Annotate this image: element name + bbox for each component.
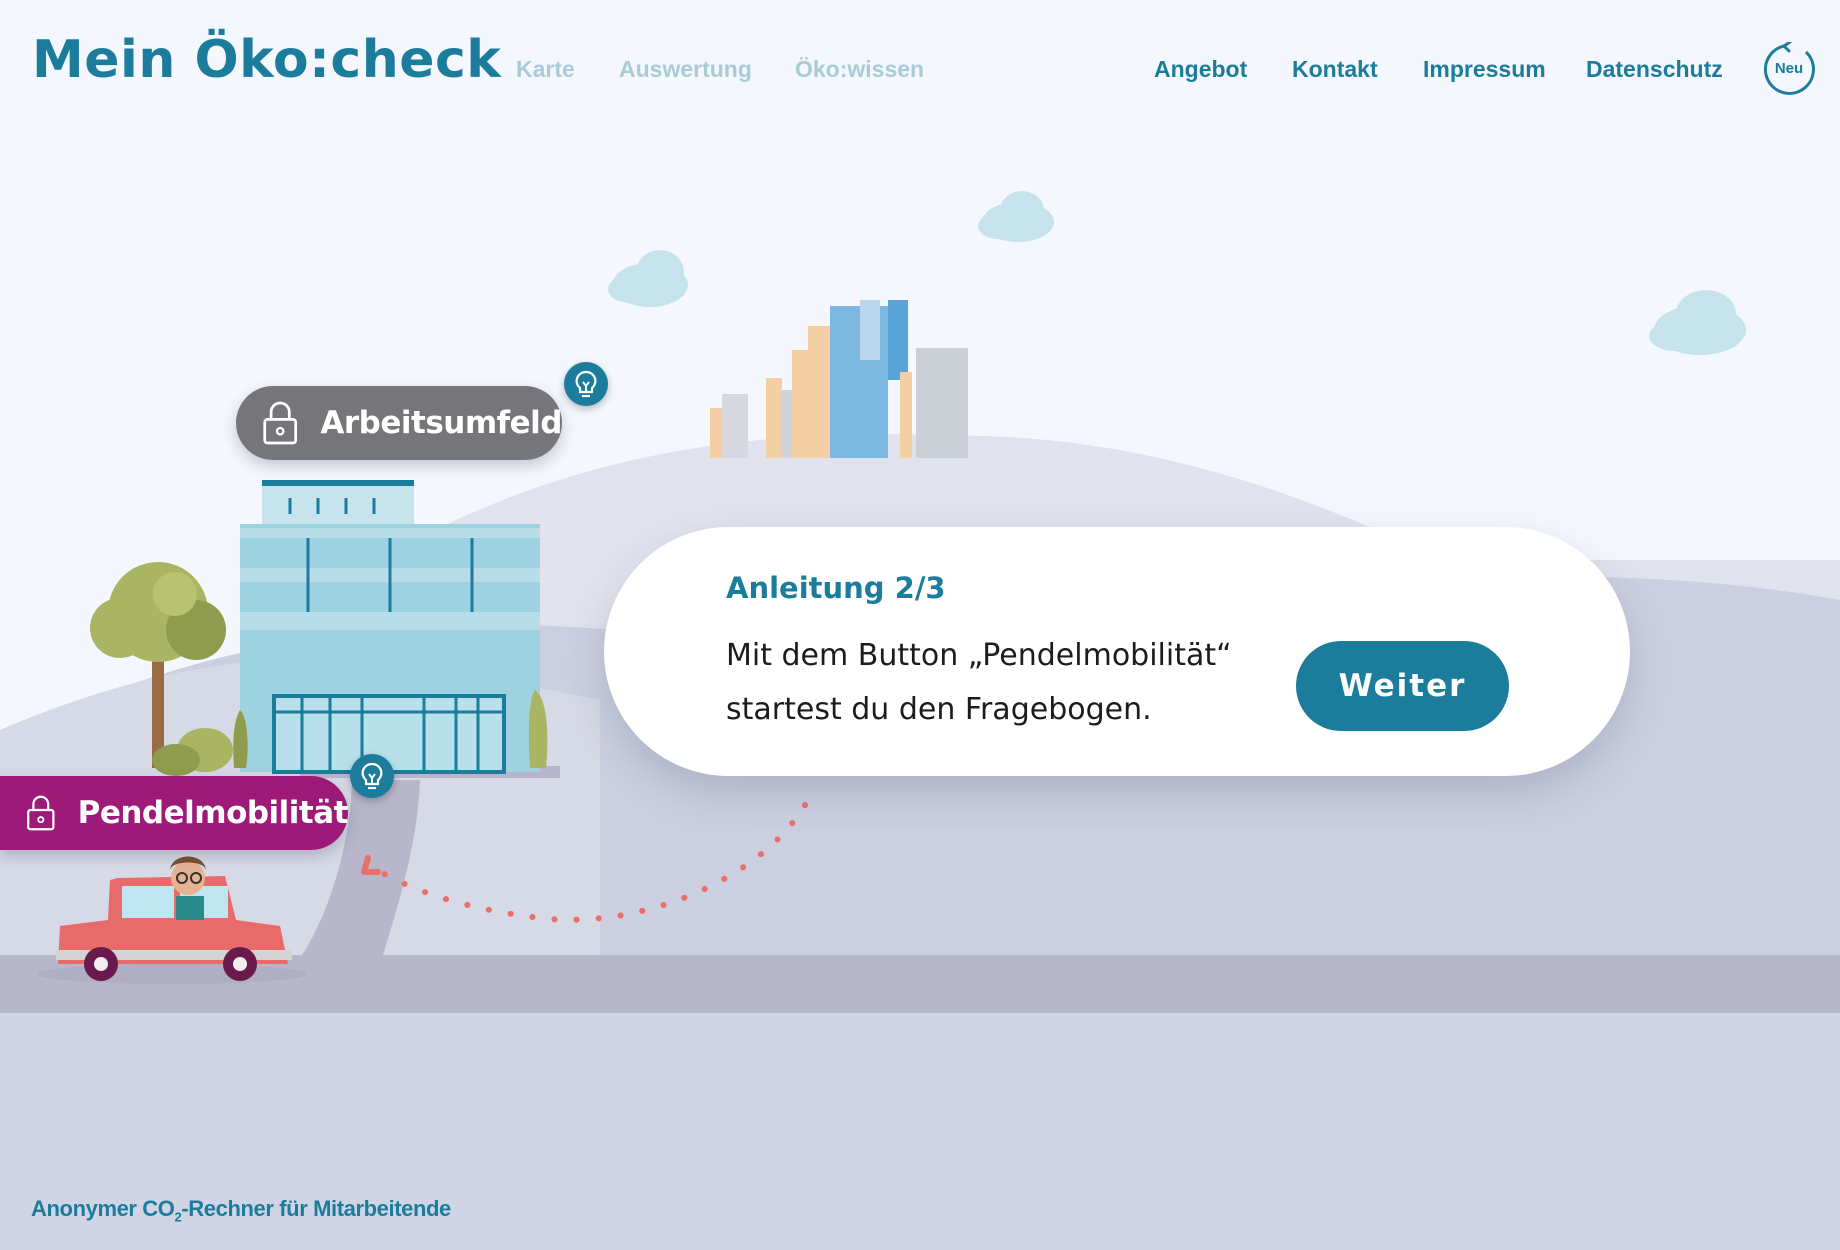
- nav-angebot[interactable]: Angebot: [1154, 56, 1247, 83]
- reset-label: Neu: [1774, 60, 1804, 77]
- station-arbeitsumfeld-label: Arbeitsumfeld: [320, 405, 562, 441]
- tutorial-line-2: startest du den Fragebogen.: [726, 692, 1152, 727]
- nav-oekowissen[interactable]: Öko:wissen: [795, 56, 924, 83]
- brand-logo[interactable]: Mein Öko:check: [32, 30, 501, 90]
- tutorial-title: Anleitung 2/3: [726, 571, 946, 605]
- footer-tagline: Anonymer CO2-Rechner für Mitarbeitende: [31, 1196, 451, 1224]
- tutorial-text: Mit dem Button „Pendelmobilität“ startes…: [726, 629, 1286, 737]
- station-arbeitsumfeld-button[interactable]: Arbeitsumfeld: [236, 386, 562, 460]
- hint-lightbulb-work-button[interactable]: [564, 362, 608, 406]
- lightbulb-icon: [575, 370, 597, 398]
- weiter-button[interactable]: Weiter: [1296, 641, 1509, 731]
- city-skyline: [710, 300, 968, 458]
- tutorial-line-1: Mit dem Button „Pendelmobilität“: [726, 638, 1232, 673]
- nav-auswertung[interactable]: Auswertung: [619, 56, 752, 83]
- lightbulb-icon: [361, 762, 383, 790]
- footer-text-before: Anonymer CO: [31, 1196, 175, 1221]
- nav-impressum[interactable]: Impressum: [1423, 56, 1546, 83]
- reset-button[interactable]: Neu: [1762, 40, 1816, 96]
- lock-icon: [263, 401, 298, 445]
- cloud-icon: [608, 191, 1746, 355]
- hint-lightbulb-commute-button[interactable]: [350, 754, 394, 798]
- nav-datenschutz[interactable]: Datenschutz: [1586, 56, 1723, 83]
- station-pendelmobilitaet-button[interactable]: Pendelmobilität: [0, 776, 349, 850]
- nav-kontakt[interactable]: Kontakt: [1292, 56, 1378, 83]
- nav-karte[interactable]: Karte: [516, 56, 575, 83]
- footer-text-after: -Rechner für Mitarbeitende: [181, 1196, 451, 1221]
- lock-icon: [27, 795, 55, 831]
- station-pendelmobilitaet-label: Pendelmobilität: [77, 795, 349, 831]
- tutorial-card: Anleitung 2/3 Mit dem Button „Pendelmobi…: [604, 527, 1630, 776]
